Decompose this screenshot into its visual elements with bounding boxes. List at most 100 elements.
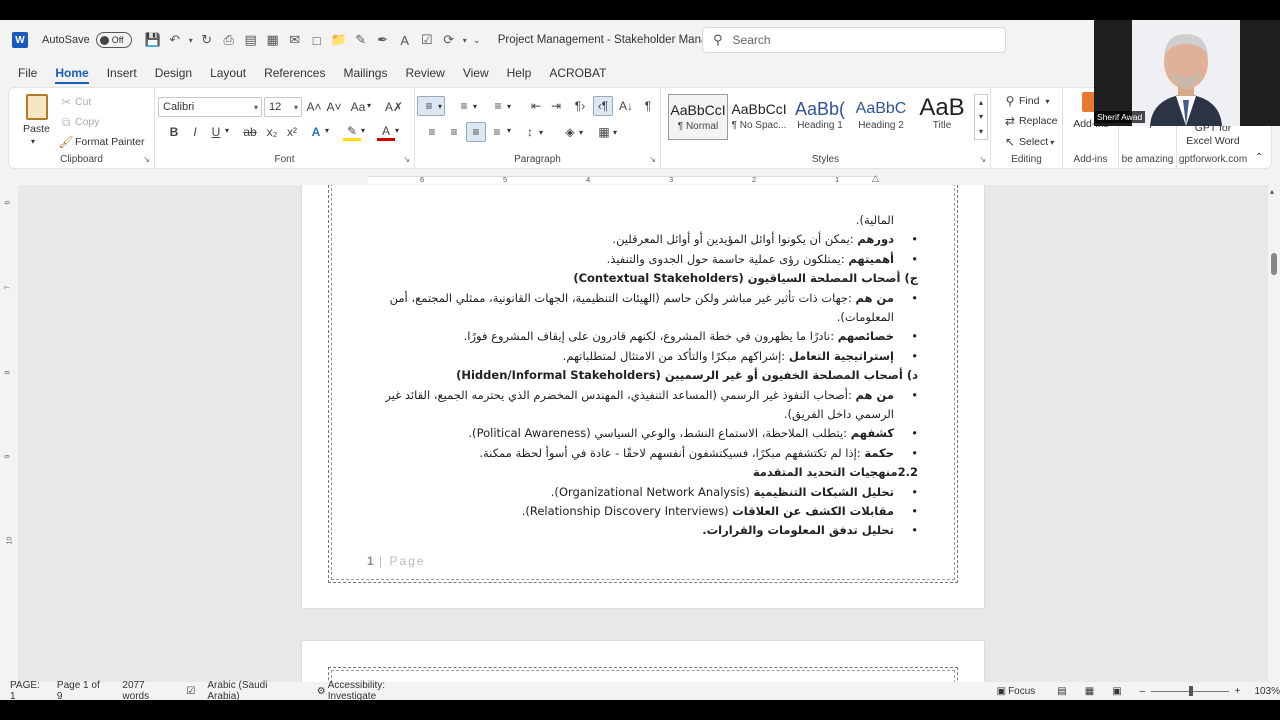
tab-file[interactable]: File: [18, 60, 37, 86]
status-focus[interactable]: Focus: [1008, 686, 1035, 697]
undo-icon[interactable]: ↶: [164, 28, 186, 52]
change-case-button[interactable]: Aa: [349, 98, 367, 116]
pdf-icon[interactable]: ▦: [262, 28, 284, 52]
format-painter-button[interactable]: 🖌 Format Painter: [57, 133, 144, 151]
web-layout-icon[interactable]: ▣: [1112, 686, 1121, 697]
zoom-slider[interactable]: [1151, 685, 1229, 696]
align-center-button[interactable]: ≡: [445, 123, 463, 141]
subscript-button[interactable]: x₂: [263, 123, 281, 141]
style-no-spacing[interactable]: AaBbCcI ¶ No Spac...: [729, 94, 789, 140]
tab-home[interactable]: Home: [55, 60, 90, 86]
accessibility-icon[interactable]: ⚙: [317, 686, 326, 697]
focus-icon[interactable]: ▣: [997, 686, 1006, 697]
clear-formatting-button[interactable]: A✗: [385, 98, 403, 116]
highlight-button[interactable]: ✎: [343, 123, 361, 141]
bold-button[interactable]: B: [165, 123, 183, 141]
font-family-select[interactable]: Calibri ▾: [158, 97, 262, 117]
doc-heading[interactable]: 2.2منهجيات التحديد المتقدمة: [370, 465, 918, 479]
doc-bullet-item[interactable]: خصائصهم :نادرًا ما يظهرون في خطة المشروع…: [370, 329, 918, 343]
print-icon[interactable]: ⎙: [218, 28, 240, 52]
status-language[interactable]: Arabic (Saudi Arabia): [207, 680, 298, 702]
style-heading-2[interactable]: AaBbC Heading 2: [851, 94, 911, 140]
font-size-select[interactable]: 12 ▾: [264, 97, 302, 117]
align-left-button[interactable]: ≡: [423, 123, 441, 141]
align-right-button[interactable]: ≡: [466, 122, 486, 142]
doc-heading[interactable]: د) أصحاب المصلحة الخفيون أو غير الرسميين…: [370, 368, 918, 382]
show-marks-button[interactable]: ¶: [639, 97, 657, 115]
doc-bullet-item[interactable]: تحليل الشبكات التنظيمية (Organizational …: [370, 485, 918, 499]
tab-layout[interactable]: Layout: [210, 60, 246, 86]
grow-font-button[interactable]: A˄: [305, 98, 323, 116]
text-effects-dropdown-icon[interactable]: ▾: [325, 126, 329, 135]
superscript-button[interactable]: x²: [283, 123, 301, 141]
doc-heading[interactable]: ج) أصحاب المصلحة السياقيون (Contextual S…: [370, 271, 918, 285]
font-color-dropdown-icon[interactable]: ▾: [395, 126, 399, 135]
doc-line[interactable]: المالية).: [370, 213, 918, 227]
font-launcher-icon[interactable]: ↘: [403, 155, 410, 164]
line-spacing-button[interactable]: ↕ ▾: [521, 123, 543, 141]
search-box[interactable]: ⚲ Search: [702, 27, 1006, 53]
cut-button[interactable]: ✂ Cut: [57, 93, 91, 111]
open-folder-icon[interactable]: 📁: [328, 28, 350, 52]
doc-bullet-item[interactable]: من هم :أصحاب النفوذ غير الرسمي (المساعد …: [370, 388, 918, 402]
doc-bullet-item[interactable]: من هم :جهات ذات تأثير غير مباشر ولكن حاس…: [370, 291, 918, 305]
strikethrough-button[interactable]: ab: [241, 123, 259, 141]
vertical-scrollbar[interactable]: ▴ ▾: [1268, 185, 1280, 700]
tab-help[interactable]: Help: [507, 60, 532, 86]
shrink-font-button[interactable]: A˅: [325, 98, 343, 116]
scroll-thumb[interactable]: [1271, 253, 1277, 275]
text-effects-button[interactable]: A: [307, 123, 325, 141]
status-accessibility[interactable]: Accessibility: Investigate: [328, 680, 433, 702]
print-preview-icon[interactable]: ▤: [240, 28, 262, 52]
style-normal[interactable]: AaBbCcI ¶ Normal: [668, 94, 728, 140]
zoom-in-icon[interactable]: +: [1235, 686, 1241, 697]
zoom-out-icon[interactable]: –: [1140, 686, 1146, 697]
highlight-dropdown-icon[interactable]: ▾: [361, 126, 365, 135]
style-title[interactable]: AaB Title: [912, 94, 972, 140]
rtl-button[interactable]: ‹¶: [593, 96, 613, 116]
replace-button[interactable]: ⇄ Replace: [1001, 112, 1058, 130]
sort-button[interactable]: A↓: [617, 97, 635, 115]
status-words[interactable]: 2077 words: [122, 680, 172, 702]
ink-icon[interactable]: ✒: [372, 28, 394, 52]
bullets-button[interactable]: ≡ ▾: [417, 96, 446, 116]
paste-dropdown-icon[interactable]: ▾: [31, 137, 35, 146]
doc-bullet-item[interactable]: كشفهم :يتطلب الملاحظة، الاستماع النشط، و…: [370, 426, 918, 440]
clipboard-launcher-icon[interactable]: ↘: [143, 155, 150, 164]
read-mode-icon[interactable]: ▤: [1057, 686, 1066, 697]
scroll-up-icon[interactable]: ▴: [1270, 187, 1274, 196]
status-page-of[interactable]: Page 1 of 9: [57, 680, 106, 702]
font-color-button[interactable]: A: [377, 123, 395, 141]
document-canvas[interactable]: المالية). دورهم :يمكن أن يكونوا أوائل الم…: [18, 185, 1268, 688]
ltr-button[interactable]: ¶›: [571, 97, 589, 115]
doc-bullet-item[interactable]: إستراتيجية التعامل :إشراكهم مبكرًا والتأ…: [370, 349, 918, 363]
change-case-dropdown-icon[interactable]: ▾: [367, 101, 371, 110]
spelling-icon[interactable]: ☑: [416, 28, 438, 52]
doc-bullet-item[interactable]: تحليل تدفق المعلومات والقرارات.: [370, 523, 918, 537]
tab-view[interactable]: View: [463, 60, 489, 86]
tab-review[interactable]: Review: [405, 60, 444, 86]
borders-button[interactable]: ▦ ▾: [595, 123, 617, 141]
status-page[interactable]: PAGE: 1: [10, 680, 47, 702]
styles-launcher-icon[interactable]: ↘: [979, 155, 986, 164]
indent-marker-icon[interactable]: △: [872, 173, 879, 184]
doc-bullet-item[interactable]: أهميتهم :يمتلكون رؤى عملية حاسمة حول الج…: [370, 252, 918, 266]
new-document-icon[interactable]: □: [306, 28, 328, 52]
find-button[interactable]: ⚲ Find ▾: [1001, 92, 1050, 110]
styles-scroll[interactable]: ▴ ▾ ▾: [974, 94, 988, 140]
doc-bullet-item[interactable]: دورهم :يمكن أن يكونوا أوائل المؤيدين أو …: [370, 232, 918, 246]
justify-dropdown-icon[interactable]: ▾: [507, 126, 511, 135]
print-layout-icon[interactable]: ▦: [1085, 686, 1094, 697]
paste-button[interactable]: [21, 94, 53, 122]
draw-icon[interactable]: ✎: [350, 28, 372, 52]
tab-references[interactable]: References: [264, 60, 325, 86]
zoom-slider-thumb[interactable]: [1189, 685, 1194, 696]
copy-button[interactable]: ⧉ Copy: [57, 113, 100, 131]
italic-button[interactable]: I: [186, 123, 204, 141]
doc-bullet-item[interactable]: مقابلات الكشف عن العلاقات (Relationship …: [370, 504, 918, 518]
autosave-toggle[interactable]: Off: [95, 32, 132, 48]
copilot-icon[interactable]: ⟳: [438, 28, 460, 52]
multilevel-list-button[interactable]: ≡ ▾: [489, 97, 511, 115]
more-dropdown-icon[interactable]: ▾: [460, 28, 470, 52]
decrease-indent-button[interactable]: ⇤: [527, 97, 545, 115]
